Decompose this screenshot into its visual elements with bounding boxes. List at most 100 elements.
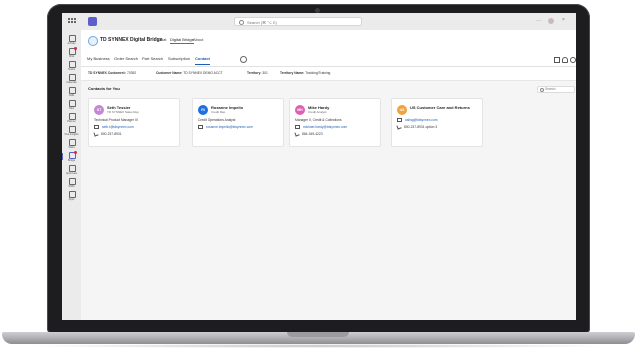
territory-name-label: Territory Name: [280, 71, 305, 75]
rail-item[interactable]: Shifts [64, 177, 79, 190]
tab-part-search[interactable]: Part Search [142, 56, 163, 62]
rail-app-icon [69, 178, 76, 185]
rail-app-icon [69, 100, 76, 107]
avatar[interactable] [548, 18, 554, 24]
digital-bridge-app: TD SYNNEX Digital Bridge Chat Digital Br… [81, 30, 576, 320]
more-options-icon[interactable]: … [536, 18, 541, 23]
customer-name: Customer Name: TD SYNNEX DEMO ACCT [156, 71, 223, 76]
phone-icon [396, 124, 402, 130]
territory-name: Territory Name: Tracking/Training [280, 71, 330, 76]
app-title: TD SYNNEX Digital Bridge [100, 37, 163, 43]
rail-app-icon [69, 191, 76, 198]
rail-item-label: Approvals [65, 172, 78, 175]
rail-item[interactable]: Bridge [62, 151, 79, 164]
avatar: US [397, 105, 407, 115]
tab-subscription[interactable]: Subscription [168, 56, 190, 62]
settings-icon[interactable] [240, 56, 247, 63]
rail-app-icon [69, 139, 76, 146]
rail-item[interactable]: Tasks [64, 138, 79, 151]
tab-contact[interactable]: Contact [195, 56, 210, 65]
laptop-base [2, 332, 635, 344]
laptop-shadow [20, 344, 617, 348]
rail-app-icon [69, 61, 76, 68]
contact-email: seth.t@tdsynnex.com [102, 125, 134, 129]
territory-value: 301 [262, 71, 268, 75]
rail-item[interactable]: Activity [64, 34, 79, 47]
app-launcher-icon[interactable] [68, 18, 76, 25]
search-icon [239, 20, 244, 25]
customer-number-label: TD SYNNEX Customer#: [88, 71, 127, 75]
contact-email-link[interactable]: seth.t@tdsynnex.com [94, 125, 134, 130]
avatar: MH [295, 105, 305, 115]
search-icon [540, 88, 544, 92]
rail-item[interactable]: Viva Insights [64, 125, 79, 138]
tab-my-business[interactable]: My Business [87, 56, 110, 62]
rail-item-label: Files [68, 107, 75, 110]
contact-email-link[interactable]: usbsg@tdsynnex.com [397, 118, 437, 123]
contacts-search-placeholder: Search [545, 87, 556, 91]
avatar: ST [94, 105, 104, 115]
mail-icon [397, 118, 402, 123]
territory: Territory: 301 [247, 71, 268, 76]
rail-item-label: Activity [67, 42, 76, 45]
mail-icon [94, 125, 99, 130]
contact-title: Credit Operations Analyst [198, 118, 236, 122]
customer-name-label: Customer Name: [156, 71, 183, 75]
contact-phone-number: 800-237-8931 [101, 132, 122, 136]
rail-item[interactable]: Teams [64, 60, 79, 73]
notification-badge [74, 47, 77, 50]
header-link-digital-bridge[interactable]: Digital Bridge [170, 36, 194, 44]
contact-phone[interactable]: 864-349-4223 [294, 131, 323, 137]
screen: Search (⌘ ⌥ E) … × Activity Chat Teams Cale… [62, 13, 576, 320]
rail-app-icon [69, 165, 76, 172]
global-search-input[interactable]: Search (⌘ ⌥ E) [234, 17, 362, 26]
header-link-chat[interactable]: Chat [158, 36, 166, 44]
contact-role: Credit Analyst [308, 110, 327, 114]
laptop-notch [287, 332, 349, 337]
contact-role: TD SYNNEX Sales Rep [107, 110, 139, 114]
contact-email-link[interactable]: michael.hardy@tdsynnex.com [295, 125, 347, 130]
contact-title: Manager II, Credit & Collections [295, 118, 342, 122]
rail-item[interactable]: Chat [64, 47, 79, 60]
rail-item[interactable]: Planner [64, 112, 79, 125]
rail-app-icon [69, 126, 76, 133]
header-link-about[interactable]: About [193, 36, 203, 44]
tab-order-search[interactable]: Order Search [114, 56, 138, 62]
rail-app-icon [69, 113, 76, 120]
notification-badge [74, 151, 77, 154]
avatar: RI [198, 105, 208, 115]
close-icon[interactable]: × [561, 18, 566, 23]
contact-role: Credit Rep [211, 110, 226, 114]
contact-email: usbsg@tdsynnex.com [405, 118, 438, 122]
customer-number-value: 70392 [127, 71, 137, 75]
territory-name-value: Tracking/Training [305, 71, 331, 75]
rail-item-label: Planner [67, 120, 76, 123]
rail-item[interactable]: Approvals [64, 164, 79, 177]
rail-app-icon [69, 35, 76, 42]
contact-card: RI Roxanne Impello Credit Rep Credit Operat… [192, 98, 284, 147]
contact-phone-number: 800-237-8931 option 3 [404, 125, 438, 129]
rail-item-label: Shifts [68, 185, 75, 188]
rail-item[interactable]: Calls [64, 86, 79, 99]
rail-item-label: Teams [67, 68, 76, 71]
app-header: TD SYNNEX Digital Bridge Chat Digital Br… [81, 30, 576, 67]
contact-phone[interactable]: 800-237-8931 option 3 [396, 124, 438, 130]
contact-phone[interactable]: 800-237-8931 [93, 131, 122, 137]
rail-app-icon [69, 74, 76, 81]
rail-item[interactable]: Calendar [64, 73, 79, 86]
rail-item[interactable]: Apps [64, 190, 79, 203]
rail-item-label: Chat [68, 55, 75, 58]
contacts-title: Contacts for You [88, 86, 120, 91]
contacts-search-input[interactable]: Search [537, 86, 575, 93]
globe-icon[interactable] [570, 57, 576, 63]
rail-item-label: Tasks [68, 146, 75, 149]
contact-name: US Customer Care and Returns [410, 105, 470, 110]
territory-label: Territory: [247, 71, 262, 75]
contact-phone-number: 864-349-4223 [302, 132, 323, 136]
contact-email-link[interactable]: roxanne.impello@tdsynnex.com [198, 125, 253, 130]
rail-item[interactable]: Files [64, 99, 79, 112]
person-icon[interactable] [562, 57, 568, 63]
chat-icon[interactable] [554, 57, 560, 63]
rail-item-label: Calendar [66, 81, 77, 84]
customer-name-value: TD SYNNEX DEMO ACCT [183, 71, 223, 75]
